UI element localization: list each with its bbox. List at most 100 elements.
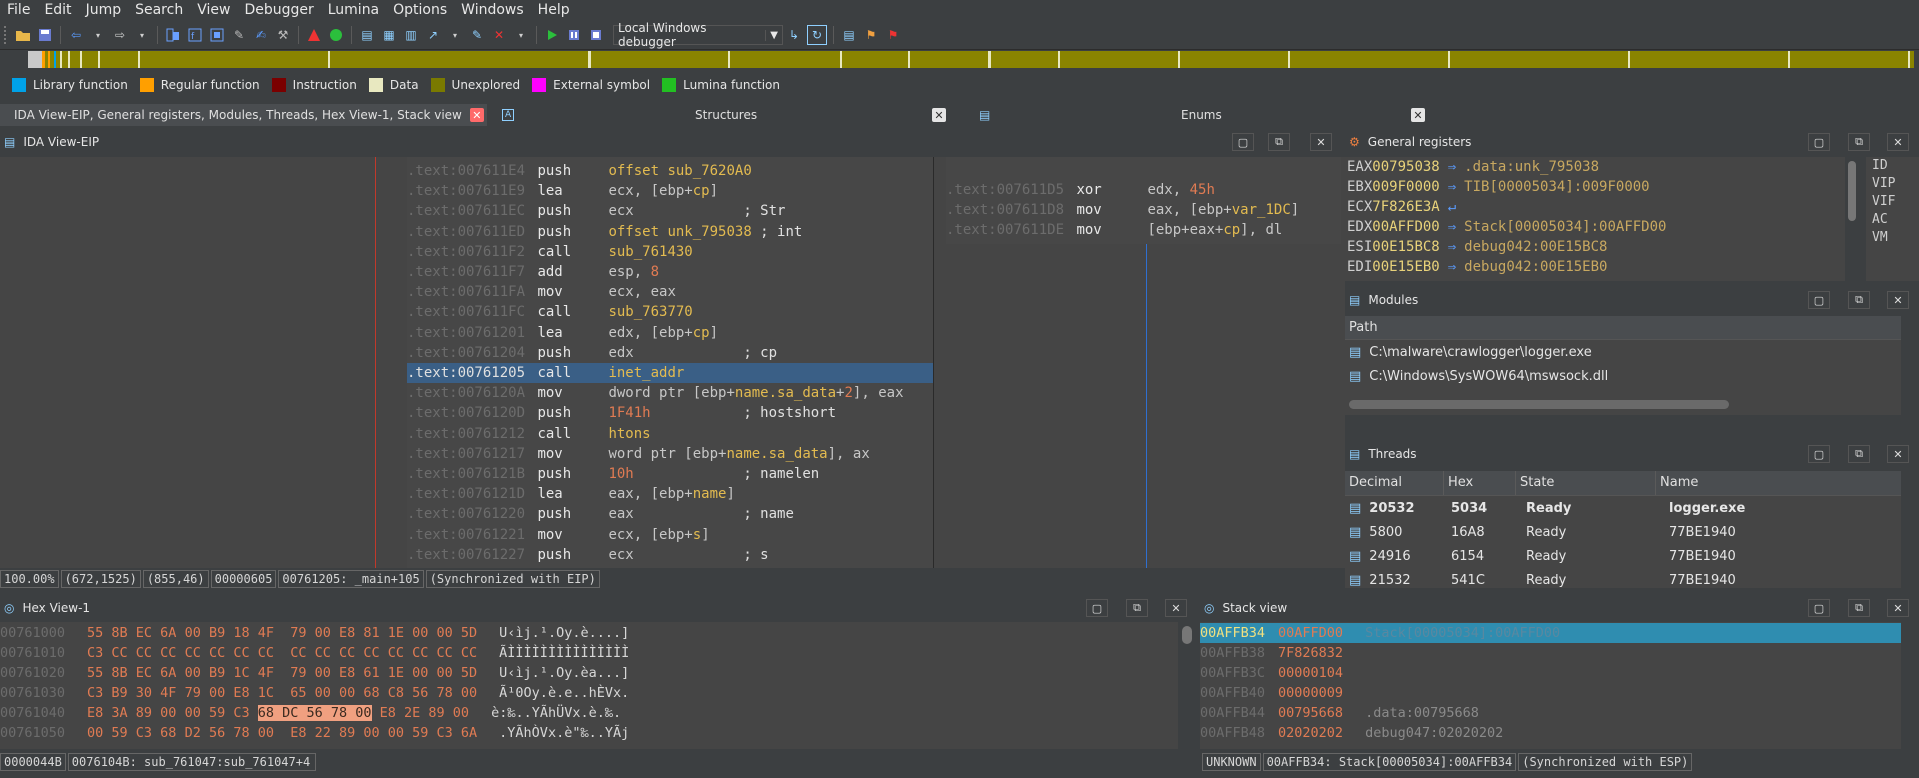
tab-structures[interactable]: A Structures ✕ [490,104,950,126]
stack-value[interactable]: 00795668 [1278,705,1343,721]
debugger-select[interactable]: Local Windows debugger ▼ [613,21,783,49]
modules-column-header[interactable]: Path [1345,316,1901,340]
code-block[interactable]: .text:007611E4 push offset sub_7620A0 .tex… [407,157,934,568]
jump-arrow-icon[interactable]: ⇒ [1448,219,1456,235]
column-state[interactable]: State [1516,471,1656,495]
modules-vscrollbar[interactable] [1901,316,1919,415]
chevron-down-icon[interactable]: ▾ [89,26,107,44]
close-icon[interactable]: ✕ [469,108,484,122]
stack-vscrollbar[interactable] [1901,622,1919,749]
menu-search[interactable]: Search [128,0,190,21]
menu-lumina[interactable]: Lumina [321,0,386,21]
menu-view[interactable]: View [190,0,237,21]
jump-arrow-icon[interactable]: ↵ [1448,199,1456,215]
float-icon[interactable]: ⧉ [1848,599,1870,617]
tab-main[interactable]: IDA View-EIP, General registers, Modules… [0,104,487,126]
stack-list[interactable]: 00AFFB34 00AFFD00 Stack[00005034]:00AFFD00… [1200,622,1901,749]
code-line[interactable]: .text:00761204 push edx ; cp [407,343,933,363]
hex-vscrollbar[interactable] [1178,622,1196,749]
thread-row[interactable]: ▤ 20532 5034 Ready logger.exe [1345,496,1901,520]
code-line[interactable]: .text:007611E4 push offset sub_7620A0 [407,161,933,181]
restore-icon[interactable]: ▢ [1808,133,1830,151]
undefine-icon[interactable]: ✕ [490,26,508,44]
close-icon[interactable]: ✕ [1887,445,1909,463]
float-icon[interactable]: ⧉ [1848,133,1870,151]
code-line[interactable]: .text:007611FC call sub_763770 [407,302,933,322]
hex-row[interactable]: 00761020 55 8B EC 6A 00 B9 1C 4F 79 00 E8… [0,663,1178,683]
edit-icon[interactable]: ✎ [468,26,486,44]
code-line[interactable]: .text:007611EC push ecx ; Str [407,201,933,221]
code-line[interactable]: .text:00761221 mov ecx, [ebp+s] [407,525,933,545]
toolbar-grip[interactable] [4,26,12,44]
code-line[interactable]: .text:007611FA mov ecx, eax [407,282,933,302]
jump-arrow-icon[interactable]: ⇒ [1448,239,1456,255]
stack-row[interactable]: 00AFFB48 02020202 debug047:02020202 [1200,723,1901,743]
code-line[interactable]: .text:0076120D push 1F41h ; hostshort [407,403,933,423]
stack-value[interactable]: 00000104 [1278,665,1343,681]
tool-icon[interactable]: ⚒ [274,26,292,44]
code-line[interactable]: .text:0076121D lea eax, [ebp+name] [407,484,933,504]
code-line[interactable]: .text:007611E9 lea ecx, [ebp+cp] [407,181,933,201]
restore-icon[interactable]: ▢ [1232,133,1254,151]
thread-row[interactable]: ▤ 24916 6154 Ready 77BE1940 [1345,544,1901,568]
column-name[interactable]: Name [1656,471,1698,495]
code-line[interactable]: .text:00761205 call inet_addr [407,363,933,384]
hex-row[interactable]: 00761000 55 8B EC 6A 00 B9 18 4F 79 00 E8… [0,623,1178,643]
step-into-icon[interactable]: ↳ [785,26,803,44]
stack-row[interactable]: 00AFFB3C 00000104 [1200,663,1901,683]
module-row[interactable]: ▤ C:\malware\crawlogger\logger.exe [1345,340,1901,364]
create-function-icon[interactable]: ▤ [358,26,376,44]
hex-row[interactable]: 00761040 E8 3A 89 00 00 59 C3 68 DC 56 78… [0,703,1178,723]
navigation-band[interactable] [28,51,1914,68]
code-line[interactable]: .text:00761227 push ecx ; s [407,545,933,565]
code-line[interactable]: .text:007611F2 call sub_761430 [407,242,933,262]
register-value[interactable]: 7F826E3A [1372,199,1439,215]
register-value[interactable]: 009F0000 [1372,179,1439,195]
close-icon[interactable]: ✕ [1887,291,1909,309]
column-decimal[interactable]: Decimal [1345,471,1444,495]
menu-edit[interactable]: Edit [37,0,78,21]
menu-file[interactable]: File [0,0,37,21]
hex-bytes-selected[interactable]: 68 DC 56 78 00 [257,705,372,721]
back-arrow-icon[interactable]: ⇦ [67,26,85,44]
menu-debugger[interactable]: Debugger [237,0,320,21]
jump-arrow-icon[interactable]: ⇒ [1448,159,1456,175]
menu-windows[interactable]: Windows [454,0,531,21]
step-over-icon[interactable]: ↻ [807,25,827,45]
chevron-down-icon[interactable]: ▾ [133,26,151,44]
chevron-down-icon[interactable]: ▾ [512,26,530,44]
close-icon[interactable]: ✕ [932,108,946,122]
restore-icon[interactable]: ▢ [1086,599,1108,617]
play-icon[interactable] [543,26,561,44]
code-line[interactable]: .text:00761212 call htons [407,424,933,444]
close-icon[interactable]: ✕ [1887,133,1909,151]
float-icon[interactable]: ⧉ [1848,445,1870,463]
register-value[interactable]: 00AFFD00 [1372,219,1439,235]
side-code-block[interactable]: .text:007611D5 xor edx, 45h .text:007611D8… [946,157,1341,244]
strings-icon[interactable]: ✎ [230,26,248,44]
code-line[interactable]: .text:007611D5 xor edx, 45h [946,180,1341,200]
register-value[interactable]: 00E15BC8 [1372,239,1439,255]
pen-icon[interactable]: ✍ [252,26,270,44]
xref-icon[interactable]: ↗ [424,26,442,44]
code-line[interactable]: .text:007611DE mov [ebp+eax+cp], dl [946,220,1341,240]
stop-icon[interactable] [587,26,605,44]
thread-row[interactable]: ▤ 5800 16A8 Ready 77BE1940 [1345,520,1901,544]
chevron-down-icon[interactable]: ▾ [446,26,464,44]
code-line[interactable]: .text:0076120A mov dword ptr [ebp+name.sa… [407,383,933,403]
names-icon[interactable] [208,26,226,44]
code-line[interactable]: .text:0076121B push 10h ; namelen [407,464,933,484]
code-icon[interactable]: ▦ [380,26,398,44]
close-icon[interactable]: ✕ [1165,599,1187,617]
float-icon[interactable]: ⧉ [1126,599,1148,617]
tab-enums[interactable]: ▤ Enums ✕ [967,104,1429,126]
flag-icon[interactable]: ⚑ [884,26,902,44]
register-row[interactable]: EBX009F0000 ⇒ TIB[00005034]:009F0000 [1347,177,1845,197]
stack-row[interactable]: 00AFFB44 00795668 .data:00795668 [1200,703,1901,723]
pause-icon[interactable] [565,26,583,44]
jump-arrow-icon[interactable]: ⇒ [1448,259,1456,275]
hex-row[interactable]: 00761030 C3 B9 30 4F 79 00 E8 1C 65 00 00… [0,683,1178,703]
register-row[interactable]: ESI00E15BC8 ⇒ debug042:00E15BC8 [1347,237,1845,257]
stack-row[interactable]: 00AFFB38 7F826832 [1200,643,1901,663]
float-icon[interactable]: ⧉ [1848,291,1870,309]
